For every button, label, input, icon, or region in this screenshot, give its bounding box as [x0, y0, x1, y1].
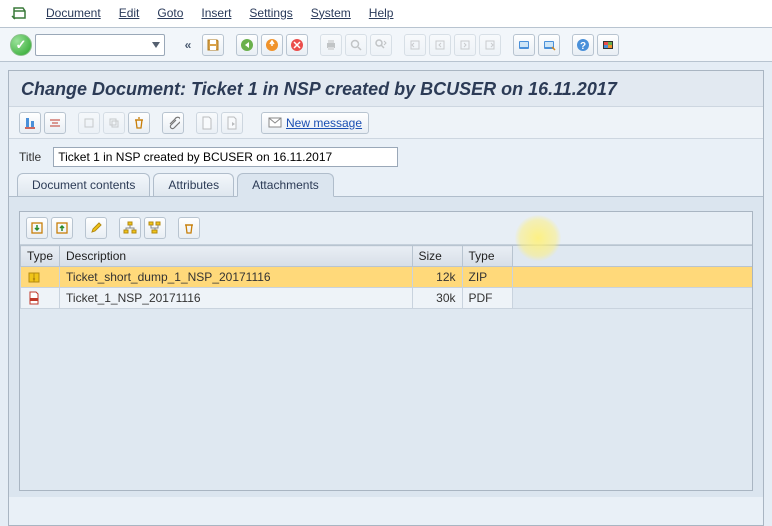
- tab-body: Type Description Size Type Ticket_short_…: [9, 197, 763, 497]
- table-row[interactable]: Ticket_1_NSP_2017111630kPDF: [21, 288, 753, 309]
- edit-icon[interactable]: [85, 217, 107, 239]
- col-description[interactable]: Description: [60, 246, 412, 267]
- delete-icon[interactable]: [128, 112, 150, 134]
- tab-document-contents[interactable]: Document contents: [17, 173, 150, 196]
- menu-system[interactable]: System: [311, 6, 351, 20]
- attachments-toolbar: [20, 212, 752, 245]
- row-type-icon: [21, 267, 60, 288]
- aligncenter-icon[interactable]: [44, 112, 66, 134]
- page-title: Change Document: Ticket 1 in NSP created…: [9, 71, 763, 107]
- menu-goto[interactable]: Goto: [157, 6, 183, 20]
- find-icon[interactable]: [345, 34, 367, 56]
- title-label: Title: [19, 150, 41, 164]
- prev-page-icon[interactable]: [429, 34, 451, 56]
- help-icon[interactable]: ?: [572, 34, 594, 56]
- command-field[interactable]: [35, 34, 165, 56]
- print-icon[interactable]: [320, 34, 342, 56]
- attachments-panel: Type Description Size Type Ticket_short_…: [19, 211, 753, 491]
- tabstrip: Document contents Attributes Attachments: [9, 173, 763, 197]
- row-type: ZIP: [462, 267, 512, 288]
- svg-text:?: ?: [580, 41, 586, 52]
- title-row: Title: [9, 139, 763, 173]
- attachments-table: Type Description Size Type Ticket_short_…: [20, 245, 752, 309]
- cancel-icon[interactable]: [286, 34, 308, 56]
- col-type[interactable]: Type: [462, 246, 512, 267]
- col-size[interactable]: Size: [412, 246, 462, 267]
- cut-icon[interactable]: [78, 112, 100, 134]
- table-header-row: Type Description Size Type: [21, 246, 753, 267]
- row-size: 30k: [412, 288, 462, 309]
- mail-icon: [268, 117, 282, 129]
- next-page-icon[interactable]: [454, 34, 476, 56]
- menu-settings[interactable]: Settings: [249, 6, 292, 20]
- row-size: 12k: [412, 267, 462, 288]
- alignbottom-icon[interactable]: [19, 112, 41, 134]
- back-icon[interactable]: [236, 34, 258, 56]
- shortcut-icon[interactable]: [538, 34, 560, 56]
- menu-help[interactable]: Help: [369, 6, 394, 20]
- delete-attachment-icon[interactable]: [178, 217, 200, 239]
- last-page-icon[interactable]: [479, 34, 501, 56]
- menu-edit[interactable]: Edit: [119, 6, 140, 20]
- page-icon[interactable]: [196, 112, 218, 134]
- save-icon[interactable]: [202, 34, 224, 56]
- new-session-icon[interactable]: [513, 34, 535, 56]
- attach-icon[interactable]: [162, 112, 184, 134]
- app-icon[interactable]: [10, 4, 28, 22]
- tab-attachments[interactable]: Attachments: [237, 173, 334, 197]
- chevrons-left-icon[interactable]: «: [177, 34, 199, 56]
- hierarchy-icon[interactable]: [119, 217, 141, 239]
- standard-toolbar: ✓ « ?: [0, 28, 772, 62]
- application-toolbar: New message: [9, 107, 763, 139]
- content-area: Change Document: Ticket 1 in NSP created…: [8, 70, 764, 526]
- row-type-icon: [21, 288, 60, 309]
- col-typeicon[interactable]: Type: [21, 246, 60, 267]
- new-message-label: New message: [286, 116, 362, 130]
- row-type: PDF: [462, 288, 512, 309]
- table-row[interactable]: Ticket_short_dump_1_NSP_2017111612kZIP: [21, 267, 753, 288]
- row-description: Ticket_1_NSP_20171116: [60, 288, 412, 309]
- menu-bar: Document Edit Goto Insert Settings Syste…: [0, 0, 772, 28]
- find-next-icon[interactable]: [370, 34, 392, 56]
- row-description: Ticket_short_dump_1_NSP_20171116: [60, 267, 412, 288]
- exit-icon[interactable]: [261, 34, 283, 56]
- title-input[interactable]: [53, 147, 398, 167]
- enter-button[interactable]: ✓: [10, 34, 32, 56]
- page-next-icon[interactable]: [221, 112, 243, 134]
- new-message-button[interactable]: New message: [261, 112, 369, 134]
- menu-insert[interactable]: Insert: [201, 6, 231, 20]
- import-icon[interactable]: [26, 217, 48, 239]
- export-icon[interactable]: [51, 217, 73, 239]
- first-page-icon[interactable]: [404, 34, 426, 56]
- tab-attributes[interactable]: Attributes: [153, 173, 234, 196]
- copy-icon[interactable]: [103, 112, 125, 134]
- menu-document[interactable]: Document: [46, 6, 101, 20]
- tree-icon[interactable]: [144, 217, 166, 239]
- layout-icon[interactable]: [597, 34, 619, 56]
